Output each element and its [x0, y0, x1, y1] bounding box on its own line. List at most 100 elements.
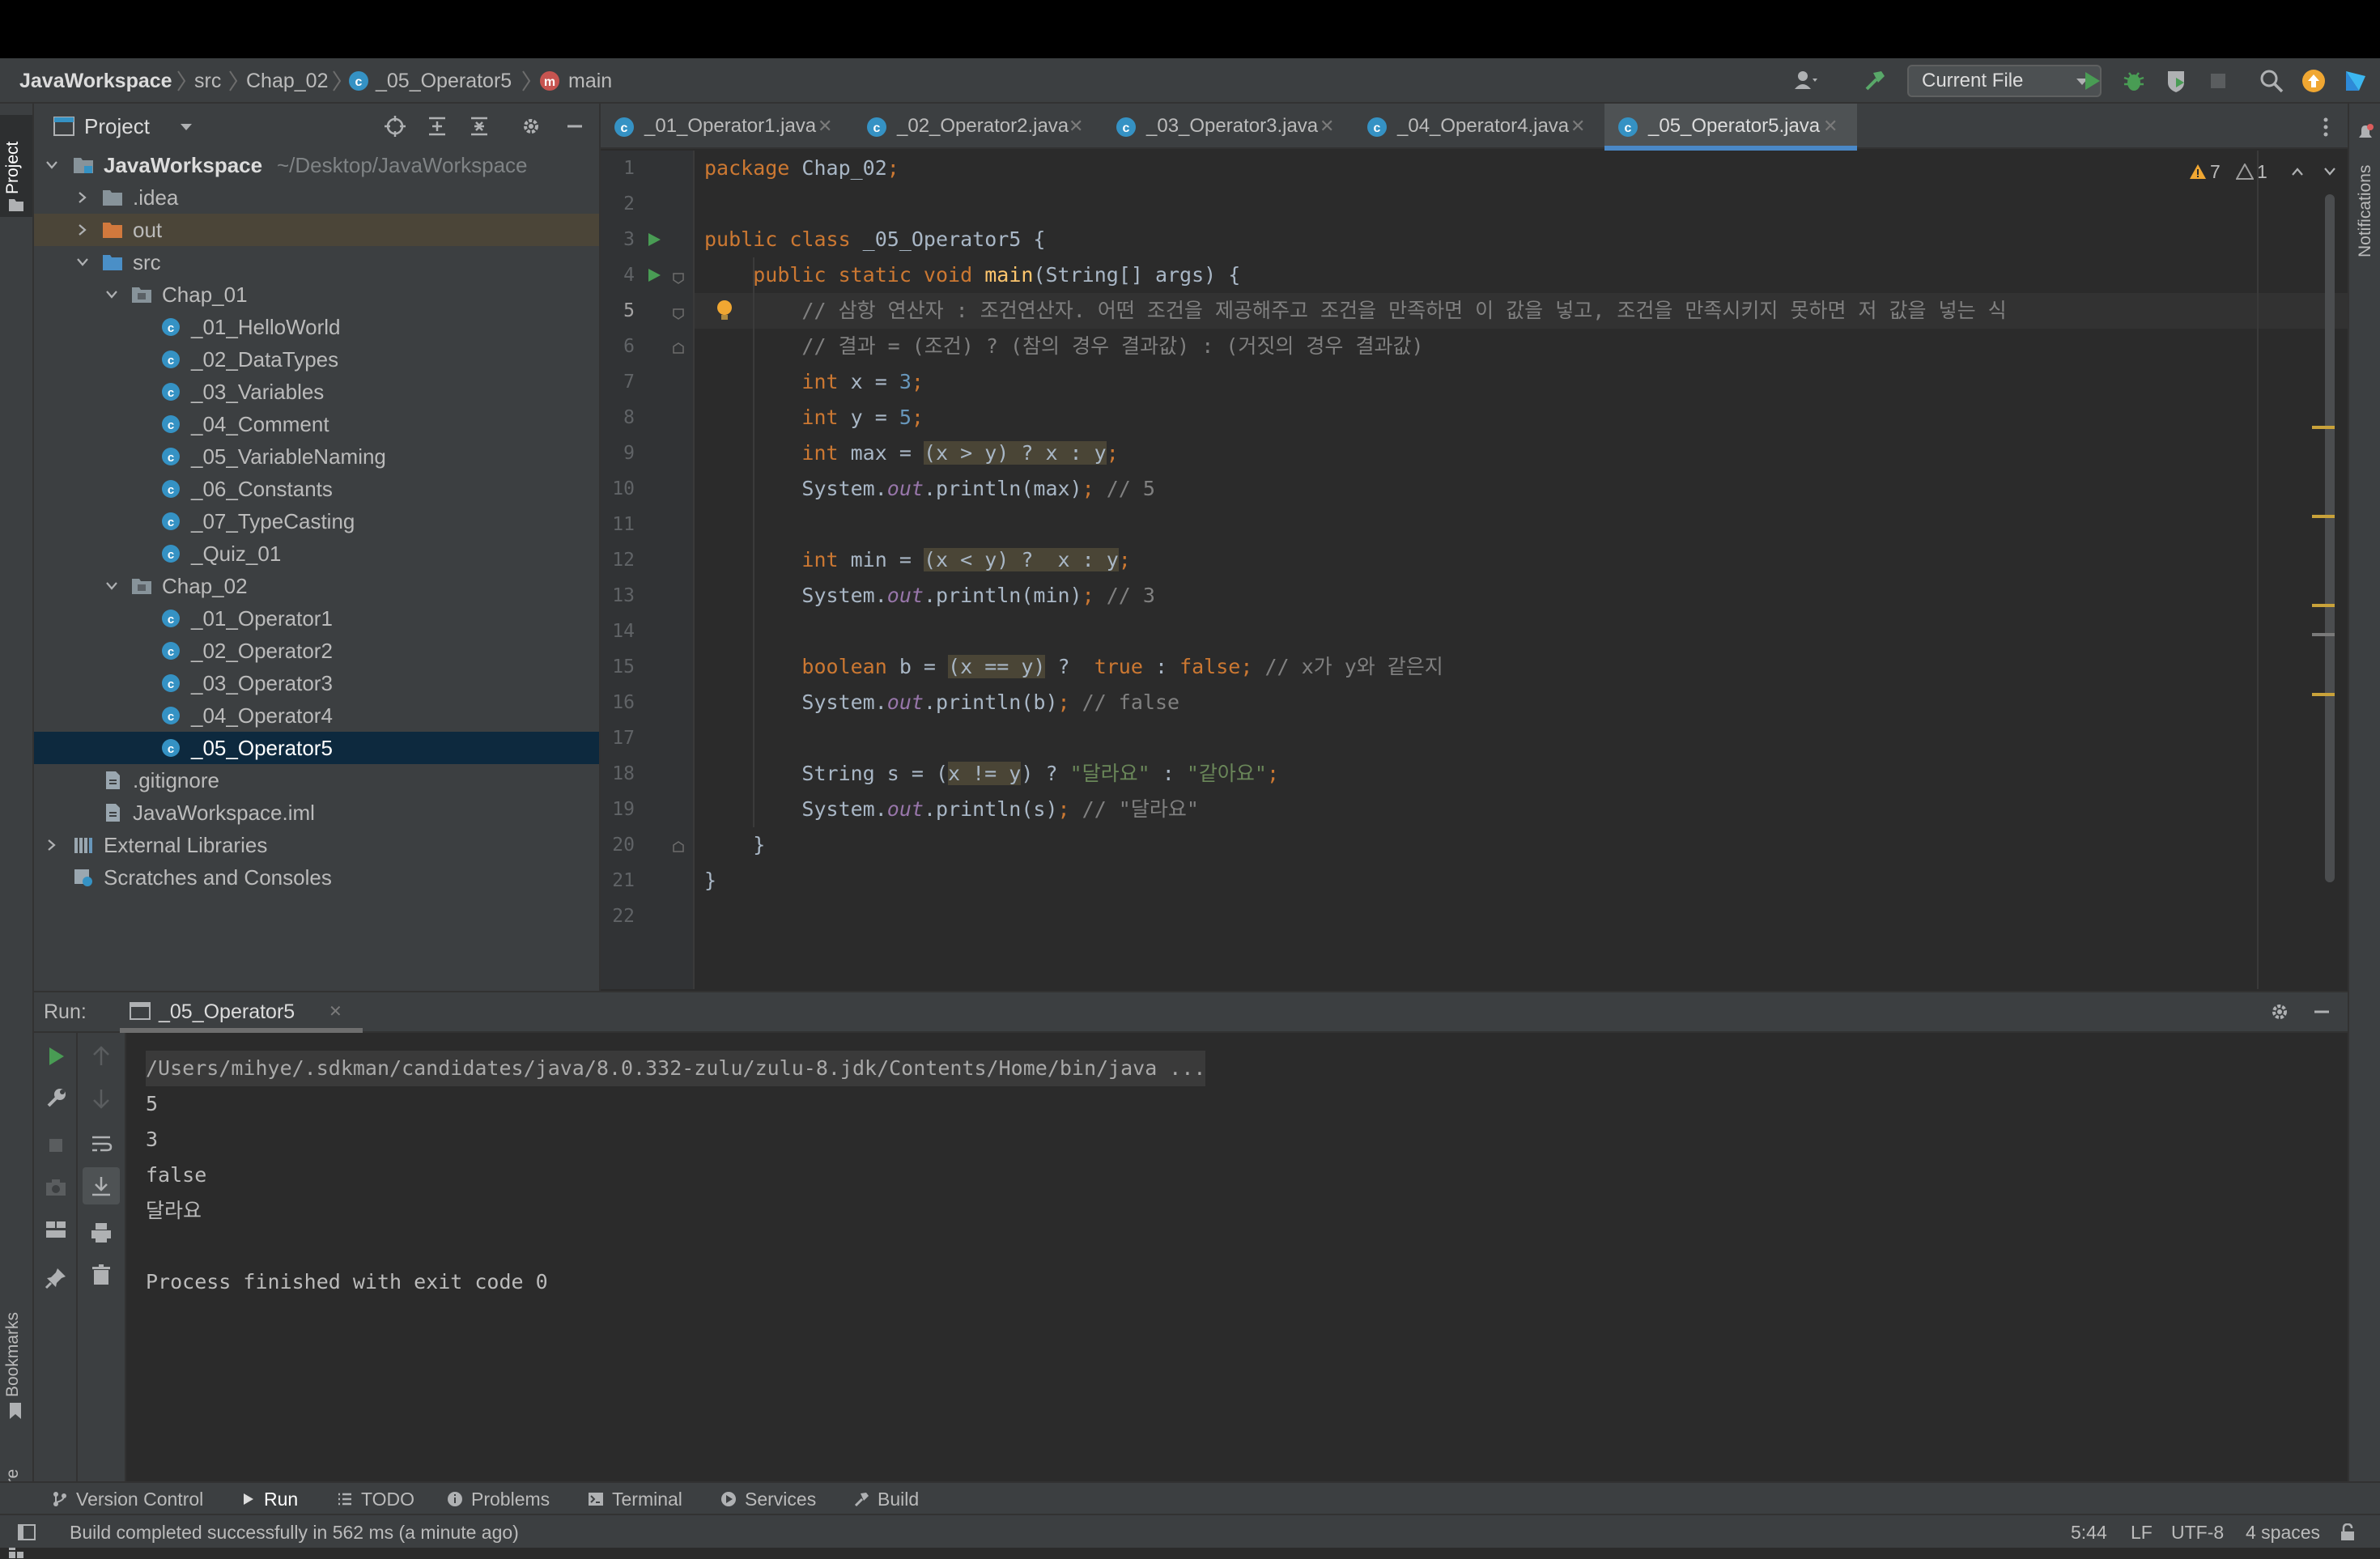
expand-all-icon[interactable]	[426, 115, 448, 138]
close-icon[interactable]: ✕	[329, 992, 342, 1031]
notifications-icon[interactable]	[2356, 123, 2375, 142]
trash-icon[interactable]	[89, 1263, 113, 1287]
bookmarks-tool-label[interactable]: Bookmarks	[3, 1312, 23, 1397]
tool-todo[interactable]: TODO	[337, 1483, 426, 1515]
breadcrumb-method[interactable]: main	[568, 58, 612, 104]
update-icon[interactable]	[2301, 68, 2327, 94]
error-stripe-mark[interactable]	[2312, 604, 2335, 607]
gear-icon[interactable]	[520, 115, 542, 138]
indent-setting[interactable]: 4 spaces	[2246, 1515, 2320, 1549]
tree-row-class[interactable]: c _01_Operator1	[34, 602, 599, 635]
print-icon[interactable]	[89, 1221, 113, 1245]
hide-icon[interactable]	[2310, 1000, 2333, 1023]
run-configuration-select[interactable]: Current File	[1907, 65, 2102, 97]
fold-end-icon[interactable]	[672, 840, 685, 853]
debug-icon[interactable]	[2121, 68, 2147, 94]
editor-scrollbar[interactable]	[2325, 194, 2335, 882]
hide-icon[interactable]	[563, 115, 586, 138]
breadcrumb-file[interactable]: _05_Operator5	[376, 58, 512, 104]
chevron-right-icon[interactable]	[76, 223, 89, 236]
arrow-up-icon[interactable]	[89, 1044, 113, 1068]
run-icon[interactable]	[2079, 68, 2105, 94]
tree-row-chap01[interactable]: Chap_01	[34, 278, 599, 311]
tree-row-class[interactable]: c _02_DataTypes	[34, 343, 599, 376]
breadcrumb-project[interactable]: JavaWorkspace	[19, 58, 172, 104]
chevron-right-icon[interactable]	[45, 839, 58, 852]
camera-icon[interactable]	[44, 1175, 68, 1200]
fold-icon[interactable]	[672, 272, 685, 285]
tree-row-idea[interactable]: .idea	[34, 181, 599, 214]
error-stripe-mark[interactable]	[2312, 633, 2335, 636]
tree-row-class[interactable]: c _05_VariableNaming	[34, 440, 599, 473]
tool-run[interactable]: Run	[240, 1483, 321, 1515]
close-icon[interactable]: ✕	[1823, 104, 1838, 149]
tree-row-class-selected[interactable]: c _05_Operator5	[34, 732, 599, 764]
code-editor[interactable]: package Chap_02; public class _05_Operat…	[695, 151, 2348, 989]
tree-row-project-root[interactable]: JavaWorkspace ~/Desktop/JavaWorkspace	[34, 149, 599, 181]
chevron-down-icon[interactable]	[105, 580, 118, 593]
tool-problems[interactable]: Problems	[447, 1483, 568, 1515]
tree-row-gitignore[interactable]: .gitignore	[34, 764, 599, 796]
error-stripe-mark[interactable]	[2312, 426, 2335, 429]
run-gutter-icon[interactable]	[646, 267, 662, 283]
chevron-down-icon[interactable]	[105, 288, 118, 301]
fold-icon[interactable]	[672, 308, 685, 321]
scroll-to-end-toggle[interactable]	[83, 1167, 120, 1204]
status-message[interactable]: Build completed successfully in 562 ms (…	[70, 1515, 519, 1549]
close-icon[interactable]: ✕	[1570, 104, 1585, 149]
stop-icon[interactable]	[44, 1133, 68, 1158]
locate-icon[interactable]	[384, 115, 406, 138]
tool-build[interactable]: Build	[853, 1483, 942, 1515]
tab-operator1[interactable]: c _01_Operator1.java ✕	[601, 104, 853, 149]
console-command-line[interactable]: /Users/mihye/.sdkman/candidates/java/8.0…	[146, 1051, 1206, 1086]
pin-icon[interactable]	[44, 1266, 68, 1290]
collapse-all-icon[interactable]	[468, 115, 491, 138]
tab-operator3[interactable]: c _03_Operator3.java ✕	[1103, 104, 1354, 149]
tool-terminal[interactable]: Terminal	[588, 1483, 709, 1515]
close-icon[interactable]: ✕	[1320, 104, 1334, 149]
chevron-right-icon[interactable]	[76, 191, 89, 204]
tree-row-class[interactable]: c _06_Constants	[34, 473, 599, 505]
tool-services[interactable]: Services	[720, 1483, 842, 1515]
wrench-icon[interactable]	[44, 1086, 68, 1111]
tool-version-control[interactable]: Version Control	[52, 1483, 214, 1515]
tree-row-out[interactable]: out	[34, 214, 599, 246]
jetbrains-toolbox-icon[interactable]	[2343, 68, 2369, 94]
chevron-down-icon[interactable]	[45, 159, 58, 172]
close-icon[interactable]: ✕	[818, 104, 832, 149]
chevron-down-icon[interactable]	[2323, 167, 2336, 176]
close-icon[interactable]: ✕	[1069, 104, 1083, 149]
tree-row-chap02[interactable]: Chap_02	[34, 570, 599, 602]
tab-operator4[interactable]: c _04_Operator4.java ✕	[1354, 104, 1604, 149]
coverage-icon[interactable]	[2163, 68, 2189, 94]
tree-row-external-libraries[interactable]: External Libraries	[34, 829, 599, 861]
breadcrumb-package[interactable]: Chap_02	[246, 58, 328, 104]
arrow-down-icon[interactable]	[89, 1086, 113, 1111]
run-tab[interactable]: _05_Operator5 ✕	[120, 992, 363, 1033]
more-options-icon[interactable]	[2322, 117, 2330, 138]
fold-end-icon[interactable]	[672, 342, 685, 355]
build-hammer-icon[interactable]	[1862, 68, 1888, 94]
console-output[interactable]: /Users/mihye/.sdkman/candidates/java/8.0…	[126, 1033, 2348, 1481]
tree-row-iml[interactable]: JavaWorkspace.iml	[34, 796, 599, 829]
tree-row-class[interactable]: c _03_Operator3	[34, 667, 599, 699]
chevron-down-icon[interactable]	[76, 256, 89, 269]
file-encoding[interactable]: UTF-8	[2171, 1515, 2224, 1549]
tree-row-src[interactable]: src	[34, 246, 599, 278]
tree-row-class[interactable]: c _Quiz_01	[34, 537, 599, 570]
lock-icon[interactable]	[2340, 1523, 2356, 1541]
tree-row-class[interactable]: c _04_Operator4	[34, 699, 599, 732]
breadcrumb-src[interactable]: src	[194, 58, 221, 104]
error-stripe-mark[interactable]	[2312, 515, 2335, 518]
project-panel-title[interactable]: Project	[84, 104, 150, 149]
caret-position[interactable]: 5:44	[2071, 1515, 2107, 1549]
toggle-tool-windows-icon[interactable]	[18, 1524, 36, 1540]
tree-row-class[interactable]: c _02_Operator2	[34, 635, 599, 667]
tree-row-class[interactable]: c _04_Comment	[34, 408, 599, 440]
tree-row-scratches[interactable]: Scratches and Consoles	[34, 861, 599, 894]
run-gutter-icon[interactable]	[646, 232, 662, 248]
tree-row-class[interactable]: c _01_HelloWorld	[34, 311, 599, 343]
tab-operator2[interactable]: c _02_Operator2.java ✕	[853, 104, 1103, 149]
stop-icon[interactable]	[2205, 68, 2231, 94]
tab-operator5[interactable]: c _05_Operator5.java ✕	[1604, 104, 1857, 151]
